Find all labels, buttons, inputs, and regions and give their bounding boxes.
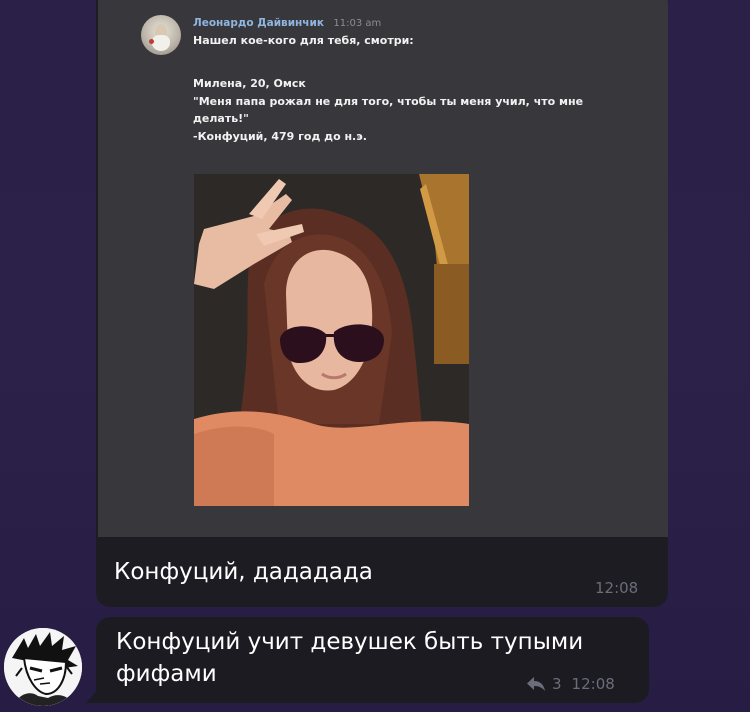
outgoing-message-text: Конфуций, дададада — [114, 559, 373, 585]
outgoing-message-time: 12:08 — [595, 579, 639, 597]
quoted-time: 11:03 am — [333, 18, 382, 29]
quoted-line: "Меня папа рожал не для того, чтобы ты м… — [193, 95, 584, 108]
quoted-author-name: Леонардо Дайвинчик — [193, 17, 325, 29]
reply-arrow-icon[interactable] — [526, 676, 546, 692]
quoted-message-header: Леонардо Дайвинчик 11:03 am — [193, 16, 381, 31]
sender-avatar[interactable] — [4, 628, 82, 706]
avatar-beard — [152, 35, 170, 51]
quoted-line: Нашел кое-кого для тебя, смотри: — [193, 34, 414, 47]
reply-count[interactable]: 3 — [552, 675, 562, 693]
incoming-message-bubble[interactable]: Конфуций учит девушек быть тупыми фифами… — [96, 617, 649, 703]
avatar-detail — [149, 39, 154, 44]
chat-view: Леонардо Дайвинчик 11:03 am Нашел кое-ко… — [0, 0, 750, 712]
manga-character-avatar-icon — [4, 628, 82, 706]
screenshot-image[interactable]: Леонардо Дайвинчик 11:03 am Нашел кое-ко… — [98, 0, 668, 537]
incoming-message-time: 12:08 — [571, 675, 615, 693]
incoming-message-meta: 3 12:08 — [526, 675, 615, 693]
quoted-line: -Конфуций, 479 год до н.э. — [193, 130, 367, 143]
quoted-author-avatar — [141, 15, 181, 55]
quoted-line: Милена, 20, Омск — [193, 77, 306, 90]
selfie-photo-art — [194, 174, 469, 506]
outgoing-message-bubble[interactable]: Леонардо Дайвинчик 11:03 am Нашел кое-ко… — [96, 0, 668, 607]
selfie-photo[interactable] — [194, 174, 469, 506]
quoted-line: делать!" — [193, 112, 249, 125]
